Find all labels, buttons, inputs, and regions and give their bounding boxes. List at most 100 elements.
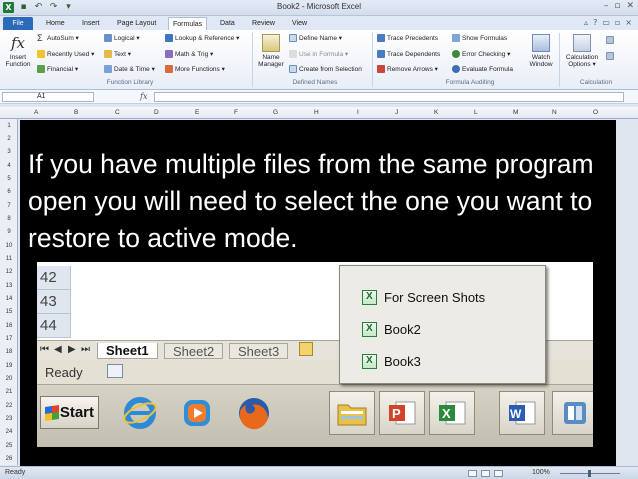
row-header[interactable]: 26 — [0, 456, 18, 462]
zoom-slider-knob[interactable] — [588, 470, 591, 477]
show-formulas-button[interactable]: Show Formulas — [452, 34, 507, 42]
column-header[interactable]: F — [234, 109, 238, 116]
zoom-level[interactable]: 100% — [532, 469, 550, 476]
tab-review[interactable]: Review — [248, 17, 279, 30]
workbook-restore-icon[interactable]: ▫ — [615, 18, 620, 27]
column-header[interactable]: M — [513, 109, 518, 116]
row-header[interactable]: 25 — [0, 443, 18, 449]
calculation-options-button[interactable]: Calculation Options ▾ — [562, 34, 602, 68]
start-button[interactable]: Start — [40, 396, 99, 429]
row-header[interactable]: 8 — [0, 216, 18, 222]
column-header[interactable]: J — [395, 109, 398, 116]
minimize-button[interactable]: – — [604, 1, 609, 11]
column-header[interactable]: G — [273, 109, 278, 116]
row-header[interactable]: 18 — [0, 349, 18, 355]
column-header[interactable]: O — [593, 109, 598, 116]
insert-sheet-icon[interactable] — [299, 342, 313, 356]
tab-file[interactable]: File — [3, 17, 33, 30]
error-checking-button[interactable]: Error Checking ▾ — [452, 50, 510, 58]
column-header[interactable]: C — [115, 109, 120, 116]
close-button[interactable]: ✕ — [626, 1, 634, 11]
sheet-tab[interactable]: Sheet3 — [229, 343, 289, 359]
more-functions-button[interactable]: More Functions ▾ — [165, 65, 225, 73]
row-header[interactable]: 23 — [0, 416, 18, 422]
define-name-button[interactable]: Define Name ▾ — [289, 34, 342, 42]
trace-precedents-button[interactable]: Trace Precedents — [377, 34, 438, 42]
row-header[interactable]: 4 — [0, 163, 18, 169]
maximize-button[interactable]: ▫ — [614, 1, 620, 11]
row-header[interactable]: 14 — [0, 296, 18, 302]
recently-used-button[interactable]: Recently Used ▾ — [37, 50, 94, 58]
popup-item-for-screen-shots[interactable]: For Screen Shots — [362, 289, 485, 305]
row-header[interactable]: 19 — [0, 363, 18, 369]
powerpoint-icon[interactable]: P — [379, 391, 425, 435]
column-header[interactable]: L — [474, 109, 478, 116]
name-manager-button[interactable]: Name Manager — [256, 34, 286, 68]
word-icon[interactable]: W — [499, 391, 545, 435]
math-trig-button[interactable]: Math & Trig ▾ — [165, 50, 213, 58]
column-header[interactable]: E — [195, 109, 199, 116]
create-from-selection-button[interactable]: Create from Selection — [289, 65, 362, 73]
sheet-tab[interactable]: Sheet1 — [97, 343, 158, 359]
popup-item-book2[interactable]: Book2 — [362, 321, 421, 337]
page-break-view-icon[interactable] — [494, 470, 503, 477]
row-header[interactable]: 16 — [0, 323, 18, 329]
row-header[interactable]: 20 — [0, 376, 18, 382]
calculate-now-button[interactable] — [606, 36, 614, 44]
collapse-ribbon-icon[interactable]: ▵ — [584, 18, 588, 27]
page-layout-view-icon[interactable] — [481, 470, 490, 477]
watch-window-button[interactable]: Watch Window — [526, 34, 556, 68]
popup-item-book3[interactable]: Book3 — [362, 353, 421, 369]
row-header[interactable]: 2 — [0, 136, 18, 142]
logical-button[interactable]: Logical ▾ — [104, 34, 140, 42]
formula-input[interactable] — [154, 92, 624, 102]
calculate-sheet-button[interactable] — [606, 52, 614, 60]
row-header[interactable]: 5 — [0, 176, 18, 182]
tab-home[interactable]: Home — [42, 17, 69, 30]
folder-icon[interactable] — [329, 391, 375, 435]
excel-icon[interactable]: X — [429, 391, 475, 435]
tab-view[interactable]: View — [288, 17, 311, 30]
normal-view-icon[interactable] — [468, 470, 477, 477]
workbook-close-icon[interactable]: × — [625, 18, 632, 27]
tab-insert[interactable]: Insert — [78, 17, 104, 30]
row-header[interactable]: 10 — [0, 243, 18, 249]
column-header[interactable]: B — [74, 109, 78, 116]
row-header[interactable]: 15 — [0, 309, 18, 315]
row-header[interactable]: 11 — [0, 256, 18, 262]
row-header[interactable]: 3 — [0, 149, 18, 155]
column-header[interactable]: K — [434, 109, 438, 116]
sheet-tab[interactable]: Sheet2 — [164, 343, 224, 359]
media-player-icon[interactable] — [174, 391, 220, 435]
name-box[interactable]: A1 — [2, 92, 94, 102]
next-sheet-icon[interactable]: ▶ — [68, 344, 76, 355]
macro-record-icon[interactable] — [107, 364, 123, 378]
row-header[interactable]: 22 — [0, 403, 18, 409]
remove-arrows-button[interactable]: Remove Arrows ▾ — [377, 65, 438, 73]
workbook-minimize-icon[interactable]: ▭ — [602, 18, 610, 27]
row-header[interactable]: 17 — [0, 336, 18, 342]
insert-function-fx-icon[interactable]: fx — [140, 92, 147, 101]
prev-sheet-icon[interactable]: ◀ — [54, 344, 62, 355]
row-header[interactable]: 9 — [0, 229, 18, 235]
financial-button[interactable]: Financial ▾ — [37, 65, 78, 73]
autosum-button[interactable]: Σ AutoSum ▾ — [37, 34, 79, 43]
windows-live-icon[interactable] — [552, 391, 593, 435]
text-button[interactable]: Text ▾ — [104, 50, 131, 58]
row-header[interactable]: 1 — [0, 123, 18, 129]
row-header[interactable]: 13 — [0, 283, 18, 289]
lookup-reference-button[interactable]: Lookup & Reference ▾ — [165, 34, 239, 42]
column-header[interactable]: A — [34, 109, 38, 116]
row-header[interactable]: 6 — [0, 189, 18, 195]
tab-formulas[interactable]: Formulas — [168, 17, 208, 30]
column-header[interactable]: D — [154, 109, 159, 116]
tab-data[interactable]: Data — [216, 17, 239, 30]
date-time-button[interactable]: Date & Time ▾ — [104, 65, 155, 73]
row-header[interactable]: 7 — [0, 203, 18, 209]
first-sheet-icon[interactable]: ⏮ — [40, 344, 49, 355]
insert-function-button[interactable]: fx Insert Function — [3, 34, 33, 68]
column-header[interactable]: H — [314, 109, 319, 116]
firefox-icon[interactable] — [231, 391, 277, 435]
row-header[interactable]: 12 — [0, 269, 18, 275]
column-header[interactable]: I — [357, 109, 359, 116]
